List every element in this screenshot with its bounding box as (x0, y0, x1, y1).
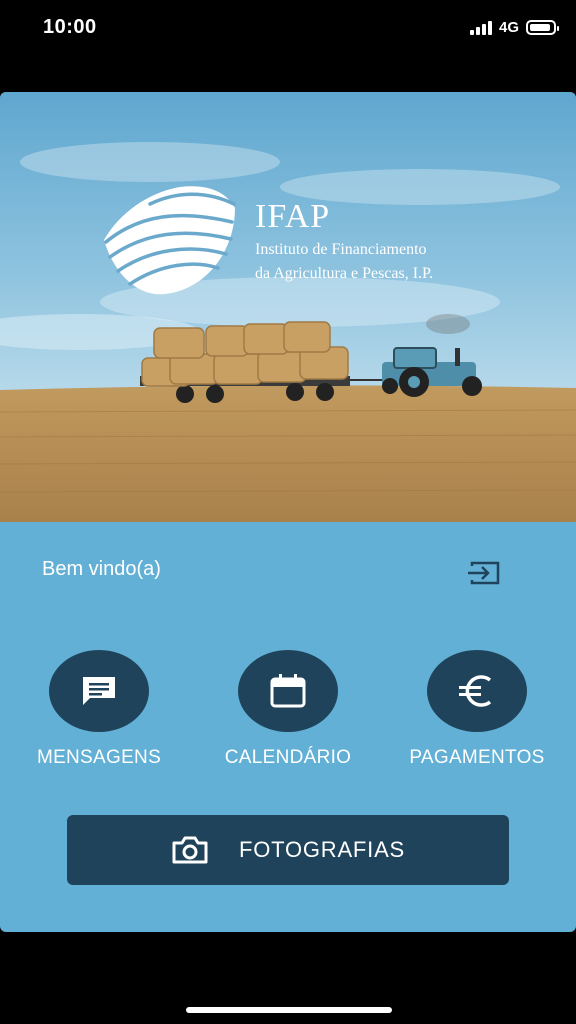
home-indicator[interactable] (186, 1007, 392, 1013)
brand-name: IFAP (255, 198, 331, 235)
camera-icon (172, 836, 208, 864)
calendar-label: CALENDÁRIO (224, 747, 352, 768)
message-icon (83, 677, 115, 705)
photos-label: FOTOGRAFIAS (238, 837, 406, 862)
logout-button[interactable] (466, 558, 502, 588)
logout-icon (468, 561, 500, 585)
signal-icon (469, 20, 492, 35)
status-indicators: 4G (469, 19, 559, 36)
euro-icon (459, 675, 492, 707)
status-bar: 10:00 4G (0, 0, 576, 60)
status-time: 10:00 (43, 16, 97, 38)
hero-image: IFAP Instituto de Financiamento da Agric… (0, 92, 576, 522)
brand-text: IFAP Instituto de Financiamento da Agric… (255, 198, 433, 284)
welcome-text: Bem vindo(a) (42, 558, 161, 580)
payments-button[interactable]: PAGAMENTOS (392, 650, 562, 769)
messages-circle[interactable] (49, 650, 149, 732)
messages-button[interactable]: MENSAGENS (14, 650, 184, 769)
app-screen: IFAP Instituto de Financiamento da Agric… (0, 92, 576, 932)
battery-icon (526, 20, 559, 35)
calendar-icon (270, 674, 306, 708)
messages-label: MENSAGENS (36, 747, 162, 768)
brand-subtitle-line1: Instituto de Financiamento (255, 241, 427, 258)
payments-circle[interactable] (427, 650, 527, 732)
photos-button[interactable]: FOTOGRAFIAS (67, 815, 509, 885)
calendar-circle[interactable] (238, 650, 338, 732)
network-type: 4G (498, 19, 519, 36)
calendar-button[interactable]: CALENDÁRIO (203, 650, 373, 769)
brand-subtitle-line2: da Agricultura e Pescas, I.P. (255, 265, 434, 282)
payments-label: PAGAMENTOS (409, 747, 545, 768)
